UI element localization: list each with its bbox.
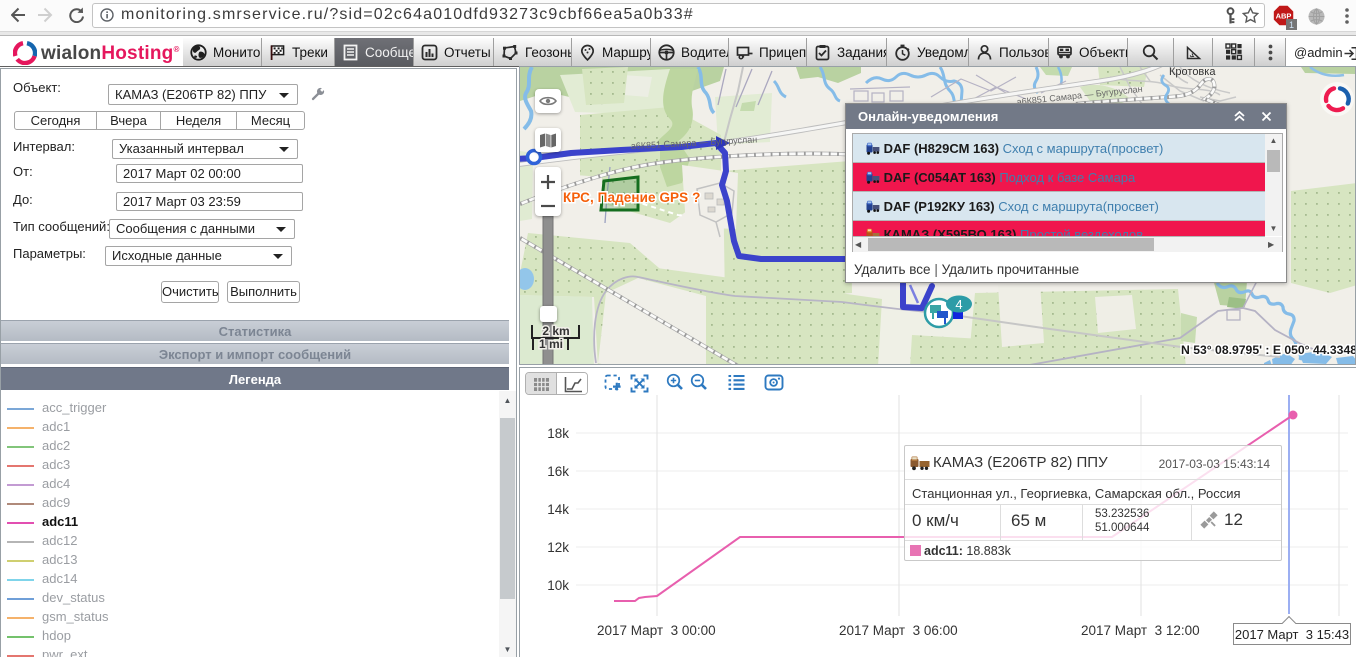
svg-text:4: 4 — [955, 297, 962, 312]
svg-text:N 53° 08.9795' : E 050° 44.334: N 53° 08.9795' : E 050° 44.3348 — [1181, 343, 1356, 357]
svg-text:1 mi: 1 mi — [539, 337, 563, 351]
svg-text:1: 1 — [1289, 20, 1294, 30]
svg-text:Кротовка: Кротовка — [1169, 67, 1216, 78]
svg-text:2 km: 2 km — [542, 324, 569, 338]
svg-text:КРС, Падение GPS ?: КРС, Падение GPS ? — [563, 190, 700, 205]
